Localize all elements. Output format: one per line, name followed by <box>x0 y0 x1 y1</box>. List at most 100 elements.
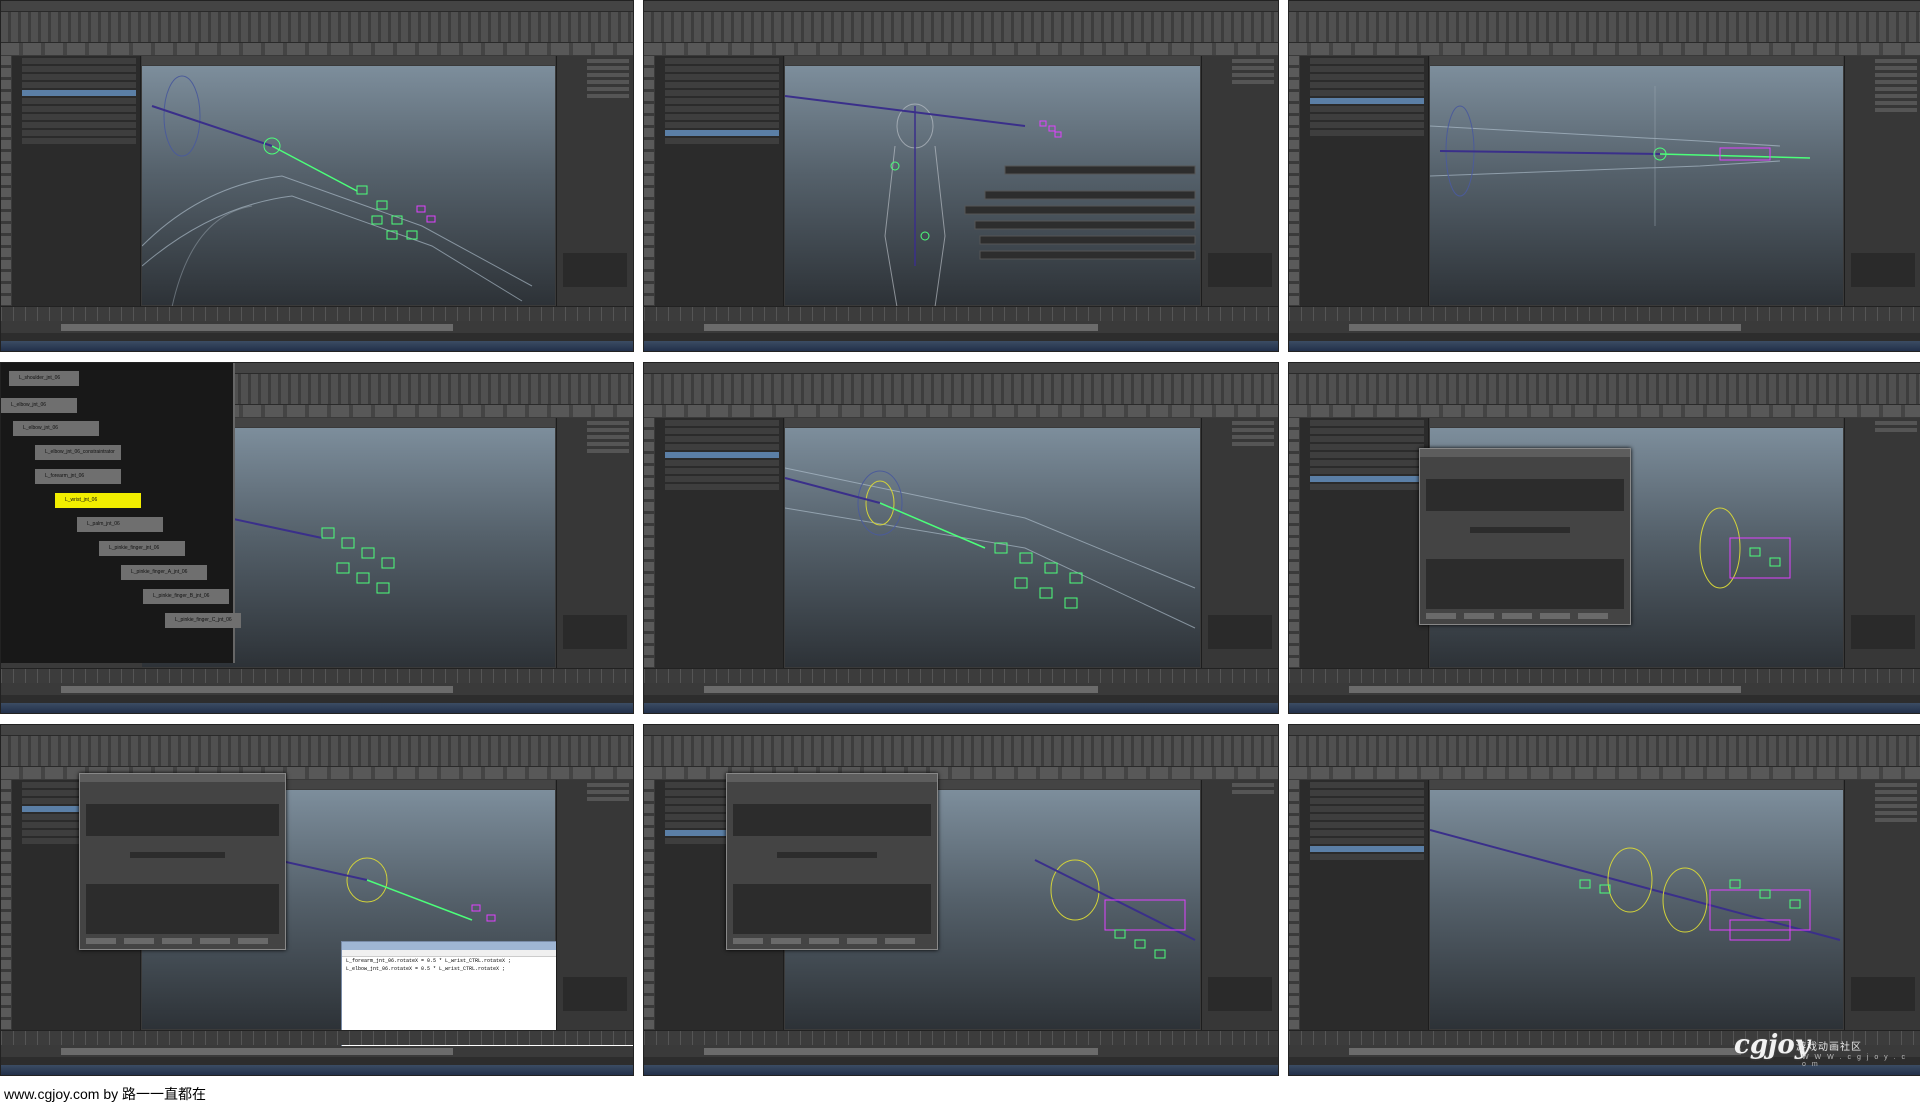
dialog-title-bar[interactable] <box>80 774 285 782</box>
tool-box[interactable] <box>1 56 11 311</box>
range-slider[interactable] <box>1289 322 1920 333</box>
shelf-toolbar[interactable] <box>1 736 633 767</box>
tool-box[interactable] <box>1 780 11 1035</box>
object-attribute-list[interactable] <box>86 804 279 836</box>
time-slider[interactable] <box>644 668 1278 683</box>
range-slider[interactable] <box>644 322 1278 333</box>
reload-button[interactable] <box>809 938 839 944</box>
dialog-title-bar[interactable] <box>727 774 937 782</box>
shelf-tabs[interactable] <box>1 43 633 55</box>
delete-button[interactable] <box>771 938 801 944</box>
close-button[interactable] <box>885 938 915 944</box>
clear-button[interactable] <box>847 938 877 944</box>
tool-box[interactable] <box>1289 56 1299 311</box>
command-line[interactable] <box>644 695 1278 703</box>
outliner-panel[interactable] <box>1300 56 1429 307</box>
range-slider[interactable] <box>644 1046 1278 1057</box>
shelf-tabs[interactable] <box>1289 767 1920 779</box>
tool-box[interactable] <box>644 780 654 1035</box>
os-taskbar[interactable] <box>1289 341 1920 351</box>
hierarchy-node[interactable]: L_elbow_jnt_06 <box>1 398 77 413</box>
default-object-field[interactable] <box>777 852 877 858</box>
create-button[interactable] <box>1426 613 1456 619</box>
channel-box[interactable] <box>1201 780 1278 1031</box>
dialog-title-bar[interactable] <box>1420 449 1630 457</box>
object-attribute-list[interactable] <box>1426 479 1624 511</box>
menu-bar[interactable] <box>1289 725 1920 736</box>
hierarchy-node[interactable]: L_palm_jnt_06 <box>77 517 163 532</box>
menu-bar[interactable] <box>1289 363 1920 374</box>
default-object-field[interactable] <box>1470 527 1570 533</box>
command-line[interactable] <box>1 695 633 703</box>
expression-text-area[interactable] <box>1426 559 1624 609</box>
channel-box[interactable] <box>1201 56 1278 307</box>
command-line[interactable] <box>1 333 633 341</box>
os-taskbar[interactable] <box>1289 703 1920 713</box>
shelf-toolbar[interactable] <box>1 12 633 43</box>
expression-text-area[interactable] <box>733 884 931 934</box>
time-slider[interactable] <box>1289 306 1920 321</box>
shelf-toolbar[interactable] <box>644 374 1278 405</box>
time-slider[interactable] <box>1289 668 1920 683</box>
time-slider[interactable] <box>644 1030 1278 1045</box>
viewport-menu[interactable] <box>1430 418 1843 427</box>
expression-editor-dialog[interactable] <box>79 773 286 950</box>
tool-box[interactable] <box>644 56 654 311</box>
menu-bar[interactable] <box>1289 1 1920 12</box>
viewport-menu[interactable] <box>1430 780 1843 789</box>
shelf-toolbar[interactable] <box>644 736 1278 767</box>
hierarchy-node[interactable]: L_pinkie_finger_A_jnt_06 <box>121 565 207 580</box>
clear-button[interactable] <box>200 938 230 944</box>
expression-text-area[interactable] <box>86 884 279 934</box>
command-line[interactable] <box>1 1057 633 1065</box>
hierarchy-node[interactable]: L_pinkie_finger_C_jnt_06 <box>165 613 241 628</box>
menu-bar[interactable] <box>644 725 1278 736</box>
viewport-menu[interactable] <box>785 56 1200 65</box>
range-slider[interactable] <box>644 684 1278 695</box>
tool-box[interactable] <box>644 418 654 673</box>
channel-box[interactable] <box>556 780 633 1031</box>
shelf-toolbar[interactable] <box>1289 736 1920 767</box>
time-slider[interactable] <box>644 306 1278 321</box>
close-button[interactable] <box>238 938 268 944</box>
channel-box[interactable] <box>556 418 633 669</box>
reload-button[interactable] <box>162 938 192 944</box>
channel-box[interactable] <box>556 56 633 307</box>
layer-editor[interactable] <box>563 615 627 649</box>
clear-button[interactable] <box>1540 613 1570 619</box>
layer-editor[interactable] <box>1851 253 1915 287</box>
range-slider[interactable] <box>1289 684 1920 695</box>
object-attribute-list[interactable] <box>733 804 931 836</box>
os-taskbar[interactable] <box>644 1065 1278 1075</box>
tool-box[interactable] <box>1289 780 1299 1035</box>
outliner-panel[interactable] <box>12 56 141 307</box>
command-line[interactable] <box>644 1057 1278 1065</box>
menu-bar[interactable] <box>1 725 633 736</box>
os-taskbar[interactable] <box>1 703 633 713</box>
time-slider[interactable] <box>1 306 633 321</box>
hierarchy-node[interactable]: L_elbow_jnt_06 <box>13 421 99 436</box>
delete-button[interactable] <box>1464 613 1494 619</box>
channel-box[interactable] <box>1201 418 1278 669</box>
layer-editor[interactable] <box>1851 615 1915 649</box>
default-object-field[interactable] <box>130 852 225 858</box>
command-line[interactable] <box>1289 695 1920 703</box>
shelf-tabs[interactable] <box>644 405 1278 417</box>
shelf-toolbar[interactable] <box>644 12 1278 43</box>
channel-box[interactable] <box>1844 418 1920 669</box>
shelf-toolbar[interactable] <box>1289 374 1920 405</box>
delete-button[interactable] <box>124 938 154 944</box>
shelf-tabs[interactable] <box>644 43 1278 55</box>
viewport-menu[interactable] <box>785 418 1200 427</box>
menu-bar[interactable] <box>644 363 1278 374</box>
channel-box[interactable] <box>1844 780 1920 1031</box>
layer-editor[interactable] <box>1208 615 1272 649</box>
range-slider[interactable] <box>1 684 633 695</box>
tool-box[interactable] <box>1289 418 1299 673</box>
create-button[interactable] <box>86 938 116 944</box>
hierarchy-node[interactable]: L_elbow_jnt_06_constraintrator <box>35 445 121 460</box>
hierarchy-node[interactable]: L_shoulder_jnt_06 <box>9 371 79 386</box>
layer-editor[interactable] <box>1208 253 1272 287</box>
layer-editor[interactable] <box>563 977 627 1011</box>
time-slider[interactable] <box>1 668 633 683</box>
